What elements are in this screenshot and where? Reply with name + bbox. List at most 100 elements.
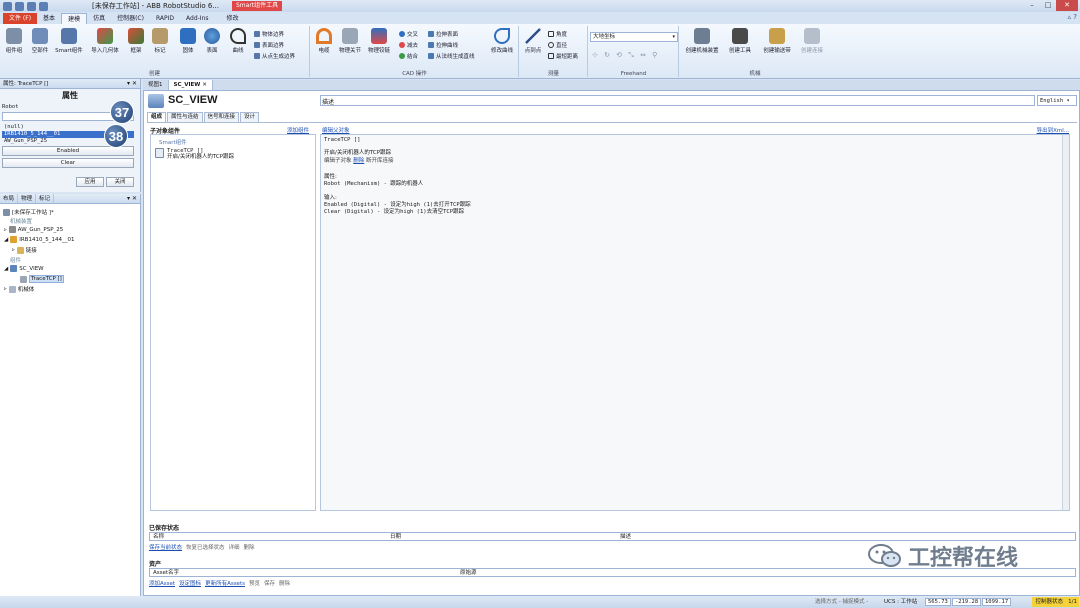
expand-icon[interactable]: ▹ (4, 286, 7, 292)
tab-composition[interactable]: 组成 (147, 112, 167, 122)
tab-tags[interactable]: 标记 (36, 194, 55, 203)
cable-button[interactable]: 电缆 (312, 28, 336, 54)
pin-close-icons[interactable]: ▾ ✕ (127, 79, 137, 89)
freehand-tools-icons[interactable]: ⊹ ↻ ⟲ ⤡ ⇔ ⚲ (592, 51, 659, 60)
disconnect-library-link[interactable]: 断开库连接 (366, 158, 394, 164)
create-connection-button[interactable]: 创建连接 (796, 28, 828, 54)
diameter-button[interactable]: 直径 (548, 41, 567, 49)
tree-item-tracetcp[interactable]: TraceTCP [] (20, 275, 64, 283)
add-asset-link[interactable]: 添加Asset (149, 579, 175, 587)
tab-file[interactable]: 文件 (F) (3, 13, 38, 24)
minimize-button[interactable]: – (1024, 0, 1040, 11)
redo-icon[interactable] (39, 1, 48, 11)
tab-addins[interactable]: Add-Ins (180, 13, 214, 24)
preview-link[interactable]: 预览 (249, 579, 260, 587)
tree-item-sc-view[interactable]: ◢ SC_VIEW (4, 265, 44, 272)
intersect-button[interactable]: 交叉 (399, 30, 418, 38)
description-field[interactable] (320, 95, 1035, 106)
create-conveyor-button[interactable]: 创建输送带 (760, 28, 794, 54)
tab-modeling[interactable]: 建模 (61, 13, 88, 24)
tab-controller[interactable]: 控制器(C) (111, 13, 150, 24)
tab-design[interactable]: 设计 (240, 112, 260, 122)
close-button[interactable]: ✕ (1056, 0, 1078, 11)
delete-asset-link[interactable]: 删除 (279, 579, 290, 587)
scrollbar[interactable] (1062, 135, 1069, 510)
details-link[interactable]: 详细 (229, 543, 240, 551)
app-icon[interactable] (3, 1, 12, 11)
tab-layout[interactable]: 布局 (0, 194, 19, 203)
save-icon[interactable] (15, 1, 24, 11)
angle-button[interactable]: 角度 (548, 30, 567, 38)
create-mechanism-button[interactable]: 创建机械装置 (682, 28, 722, 54)
component-group-button[interactable]: 组件组 (2, 28, 26, 54)
empty-part-button[interactable]: 空部件 (28, 28, 52, 54)
reference-frame-select[interactable]: 大地坐标 ▾ (590, 32, 678, 42)
union-button[interactable]: 结合 (399, 52, 418, 60)
add-component-link[interactable]: 添加组件 (287, 126, 309, 134)
set-icon-link[interactable]: 设定图标 (179, 579, 201, 587)
tab-view1[interactable]: 视图1 (143, 80, 169, 90)
language-select[interactable]: English ▾ (1037, 95, 1077, 106)
physics-hinge-button[interactable]: 物理铰链 (365, 28, 393, 54)
tree-tabs: 布局 物理 标记 ▾ ✕ (0, 194, 140, 204)
update-assets-link[interactable]: 更新所有Assets (205, 579, 245, 587)
tree-item-station[interactable]: [未保存工作站 ]* (3, 208, 54, 216)
surface-button[interactable]: 表面 (200, 28, 224, 54)
delete-link[interactable]: 删除 (353, 158, 364, 164)
selection-mode[interactable]: 选择方式 - 捕捉模式 - (815, 596, 868, 608)
delete-state-link[interactable]: 删除 (244, 543, 255, 551)
save-asset-link[interactable]: 保存 (264, 579, 275, 587)
tab-physics[interactable]: 物理 (18, 194, 37, 203)
ucs-indicator[interactable]: UCS : 工作站 (884, 596, 917, 608)
line-from-normal-button[interactable]: 从法线生成直线 (428, 52, 475, 60)
collapse-icon[interactable]: ◢ (4, 237, 8, 243)
smart-component-icon (10, 265, 18, 272)
smart-component-button[interactable]: Smart组件 (54, 28, 84, 54)
list-item-tracetcp[interactable]: TraceTCP [] 开启/关闭机器人的TCP跟踪 (155, 148, 234, 160)
tab-rapid[interactable]: RAPID (150, 13, 180, 24)
frame-button[interactable]: 框架 (124, 28, 148, 54)
tree-item-robot[interactable]: ◢ IRB1410_5_144__01 (4, 236, 74, 243)
tab-home[interactable]: 基本 (37, 13, 61, 24)
edit-child-link[interactable]: 编辑子对象 (324, 158, 352, 164)
save-current-state-link[interactable]: 保存当前状态 (149, 543, 182, 551)
restore-selected-state-link[interactable]: 恢复已选择状态 (186, 543, 225, 551)
export-xml-link[interactable]: 导出到Xml... (1037, 126, 1069, 134)
expand-icon[interactable]: ▹ (12, 247, 15, 253)
physics-joint-button[interactable]: 物理关节 (337, 28, 363, 54)
surface-boundary-button[interactable]: 表面边界 (254, 41, 284, 49)
extrude-curve-button[interactable]: 拉伸曲线 (428, 41, 458, 49)
edit-parent-link[interactable]: 编辑父对象 (322, 126, 350, 134)
controller-status[interactable]: 控制器状态 (1032, 597, 1066, 607)
solid-button[interactable]: 固体 (176, 28, 200, 54)
tab-modify[interactable]: 修改 (221, 13, 245, 24)
expand-icon[interactable]: ▹ (4, 227, 7, 233)
close-panel-button[interactable]: 关闭 (106, 177, 134, 187)
undo-icon[interactable] (27, 1, 36, 11)
collapse-icon[interactable]: ◢ (4, 266, 8, 272)
clear-button[interactable]: Clear (2, 158, 134, 168)
create-tool-button[interactable]: 创建工具 (724, 28, 756, 54)
tab-signals-connections[interactable]: 信号和连接 (203, 112, 240, 122)
modify-curve-button[interactable]: 修改曲线 (487, 28, 517, 54)
point-to-point-button[interactable]: 点到点 (521, 28, 545, 54)
tab-simulation[interactable]: 仿真 (87, 13, 111, 24)
help-icon[interactable]: ▵ ? (1068, 13, 1077, 21)
body-boundary-button[interactable]: 物体边界 (254, 30, 284, 38)
tab-properties-bindings[interactable]: 属性与连结 (167, 112, 203, 122)
tree-item-bodies[interactable]: ▹ 机械体 (4, 285, 34, 293)
tree-item-gun[interactable]: ▹ AW_Gun_PSP_25 (4, 226, 63, 233)
tab-sc-view[interactable]: SC_VIEW ✕ (168, 80, 213, 90)
boundary-from-points-button[interactable]: 从点生成边界 (254, 52, 295, 60)
maximize-button[interactable]: □ (1040, 0, 1056, 11)
shortest-distance-button[interactable]: 最短距离 (548, 52, 578, 60)
apply-button[interactable]: 应用 (76, 177, 104, 187)
curve-button[interactable]: 曲线 (226, 28, 250, 54)
extrude-surface-button[interactable]: 拉伸表面 (428, 30, 458, 38)
pin-close-icons[interactable]: ▾ ✕ (127, 194, 137, 204)
import-geometry-button[interactable]: 导入几何体 (88, 28, 122, 54)
watermark-text: 工控帮在线 (908, 546, 1019, 571)
tree-item-links[interactable]: ▹ 链接 (12, 246, 37, 254)
subtract-button[interactable]: 减去 (399, 41, 418, 49)
tag-button[interactable]: 标记 (148, 28, 172, 54)
